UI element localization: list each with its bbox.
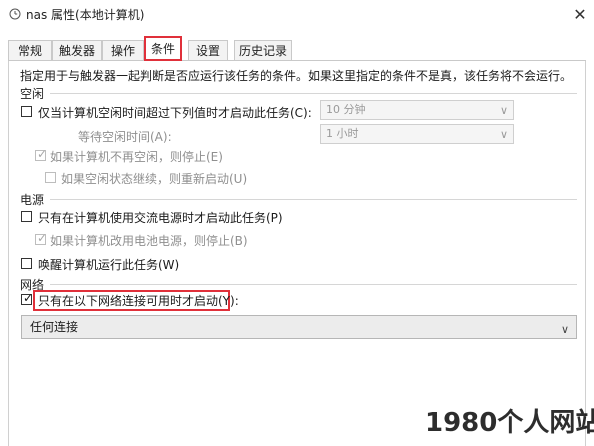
wait-for-idle-label: 等待空闲时间(A): bbox=[78, 130, 172, 144]
network-connection-value: 任何连接 bbox=[30, 320, 79, 334]
network-available-checkbox[interactable]: ✓ bbox=[21, 291, 34, 305]
tab-strip-divider bbox=[8, 60, 586, 61]
idle-duration-select[interactable]: 10 分钟 ∨ bbox=[320, 100, 514, 120]
chevron-down-icon: ∨ bbox=[560, 323, 569, 336]
task-clock-icon bbox=[9, 8, 21, 20]
wait-for-idle-value: 1 小时 bbox=[326, 127, 359, 140]
checkmark-icon: ✓ bbox=[37, 231, 48, 245]
power-section-header: 电源 bbox=[20, 193, 45, 207]
conditions-description: 指定用于与触发器一起判断是否应运行该任务的条件。如果这里指定的条件不是真，该任务… bbox=[20, 69, 573, 83]
wake-computer-label: 唤醒计算机运行此任务(W) bbox=[38, 258, 180, 272]
chevron-down-icon: ∨ bbox=[499, 104, 508, 117]
tab-settings[interactable]: 设置 bbox=[188, 40, 228, 60]
checkmark-icon: ✓ bbox=[37, 147, 48, 161]
tab-actions[interactable]: 操作 bbox=[102, 40, 144, 60]
ac-power-label: 只有在计算机使用交流电源时才启动此任务(P) bbox=[38, 211, 283, 225]
stop-on-battery-label: 如果计算机改用电池电源，则停止(B) bbox=[50, 234, 248, 248]
network-connection-select[interactable]: 任何连接 ∨ bbox=[21, 315, 577, 339]
site-watermark: 1980个人网站 bbox=[425, 408, 594, 438]
idle-section-header: 空闲 bbox=[20, 87, 45, 101]
tab-general[interactable]: 常规 bbox=[8, 40, 52, 60]
ac-power-checkbox[interactable] bbox=[21, 211, 32, 222]
close-button[interactable]: ✕ bbox=[568, 3, 592, 25]
idle-section-divider bbox=[50, 93, 577, 94]
tab-history[interactable]: 历史记录 bbox=[234, 40, 292, 60]
wake-computer-checkbox[interactable] bbox=[21, 258, 32, 269]
network-available-label: 只有在以下网络连接可用时才启动(Y): bbox=[38, 294, 239, 308]
stop-on-battery-checkbox[interactable]: ✓ bbox=[35, 231, 48, 245]
idle-duration-value: 10 分钟 bbox=[326, 103, 366, 116]
stop-if-not-idle-checkbox[interactable]: ✓ bbox=[35, 147, 48, 161]
tab-conditions[interactable]: 条件 bbox=[144, 36, 182, 61]
wait-for-idle-select[interactable]: 1 小时 ∨ bbox=[320, 124, 514, 144]
network-section-divider bbox=[50, 284, 577, 285]
start-if-idle-checkbox[interactable] bbox=[21, 106, 32, 117]
stop-if-not-idle-label: 如果计算机不再空闲，则停止(E) bbox=[50, 150, 223, 164]
chevron-down-icon: ∨ bbox=[499, 128, 508, 141]
power-section-divider bbox=[50, 199, 577, 200]
close-icon: ✕ bbox=[573, 4, 587, 24]
checkmark-icon: ✓ bbox=[23, 291, 34, 305]
restart-if-idle-checkbox[interactable] bbox=[45, 172, 56, 183]
restart-if-idle-label: 如果空闲状态继续，则重新启动(U) bbox=[61, 172, 248, 186]
tab-triggers[interactable]: 触发器 bbox=[52, 40, 102, 60]
window-title: nas 属性(本地计算机) bbox=[26, 8, 145, 22]
title-bar: nas 属性(本地计算机) ✕ bbox=[0, 0, 594, 30]
start-if-idle-label: 仅当计算机空闲时间超过下列值时才启动此任务(C): bbox=[38, 106, 312, 120]
